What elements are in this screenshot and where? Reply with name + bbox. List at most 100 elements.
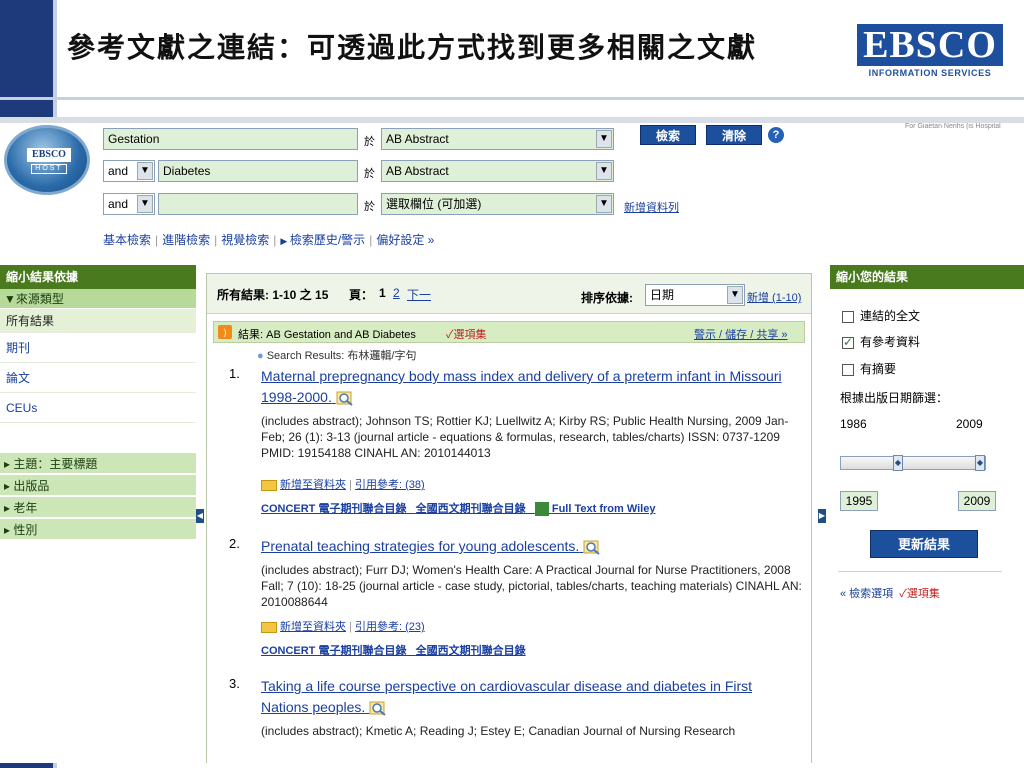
result-title: Prenatal teaching strategies for young a… bbox=[261, 538, 580, 554]
to-year-input[interactable]: 2009 bbox=[958, 491, 996, 511]
chevron-down-icon: ▼ bbox=[137, 195, 153, 213]
source-ceus[interactable]: CEUs bbox=[0, 393, 196, 423]
ebscohost-logo-bottom: HOST bbox=[31, 164, 67, 174]
page-2-link[interactable]: 2 bbox=[393, 286, 400, 300]
search-term-3[interactable] bbox=[158, 193, 358, 215]
nav-sep: | bbox=[273, 233, 277, 247]
result-holdings: CONCERT 電子期刊聯合目錄 全國西文期刊聯合目錄 bbox=[261, 642, 526, 658]
union-catalog-link[interactable]: 全國西文期刊聯合目錄 bbox=[416, 645, 526, 657]
pub-date-label: 根據出版日期篩選： bbox=[840, 391, 949, 405]
nav-preferences[interactable]: 偏好設定 » bbox=[376, 233, 434, 247]
triangle-right-icon: ▸ bbox=[4, 457, 14, 471]
in-label-2: 於 bbox=[364, 168, 375, 180]
sort-select[interactable]: 日期 ▼ bbox=[645, 284, 745, 306]
filter-references[interactable]: 有參考資料 bbox=[842, 333, 920, 350]
preview-magnifier-icon[interactable] bbox=[369, 700, 387, 717]
preview-magnifier-icon[interactable] bbox=[336, 390, 354, 407]
preview-magnifier-icon[interactable] bbox=[583, 539, 601, 556]
concert-link[interactable]: CONCERT 電子期刊聯合目錄 bbox=[261, 645, 406, 657]
result-title-link[interactable]: Maternal prepregnancy body mass index an… bbox=[261, 366, 801, 408]
field-select-2[interactable]: AB Abstract ▼ bbox=[381, 160, 614, 182]
left-sidebar: ▼來源類型 所有結果 期刊 論文 CEUs ▸ 主題：主要標題 ▸ 出版品 ▸ … bbox=[0, 289, 196, 541]
facet-publication[interactable]: ▸ 出版品 bbox=[0, 475, 196, 497]
nav-search-history[interactable]: 檢索歷史/警示 bbox=[290, 233, 365, 247]
facet-gender[interactable]: ▸ 性別 bbox=[0, 519, 196, 541]
full-text-wiley-link[interactable]: Full Text from Wiley bbox=[552, 503, 656, 515]
ebscohost-logo-top: EBSCO bbox=[27, 148, 71, 162]
page-current: 1 bbox=[379, 286, 386, 300]
add-to-folder-link[interactable]: 新增至資料夾 bbox=[280, 621, 346, 633]
source-dissertations[interactable]: 論文 bbox=[0, 363, 196, 393]
selected-set-link-right[interactable]: ✓選項集 bbox=[899, 588, 940, 600]
triangle-right-icon: ▶ bbox=[280, 236, 290, 246]
concert-link[interactable]: CONCERT 電子期刊聯合目錄 bbox=[261, 503, 406, 515]
bool-select-3[interactable]: and ▼ bbox=[103, 193, 155, 215]
slide-header: 參考文獻之連結：可透過此方式找到更多相關之文獻 EBSCO INFORMATIO… bbox=[57, 0, 1024, 98]
update-results-button[interactable]: 更新結果 bbox=[870, 530, 978, 558]
search-term-2[interactable]: Diabetes bbox=[158, 160, 358, 182]
field-select-2-value: AB Abstract bbox=[386, 164, 449, 178]
result-citation: (includes abstract); Johnson TS; Rottier… bbox=[261, 414, 789, 460]
results-bar: ) 結果: AB Gestation and AB Diabetes ✓選項集 … bbox=[213, 321, 805, 343]
search-button[interactable]: 檢索 bbox=[640, 125, 696, 145]
add-results-link[interactable]: 新增 (1-10) bbox=[747, 289, 801, 305]
abstracts-label: 有摘要 bbox=[860, 362, 897, 376]
source-type-toggle[interactable]: ▼來源類型 bbox=[0, 289, 196, 309]
search-options-link[interactable]: « 檢索選項 bbox=[840, 588, 893, 600]
result-citation: (includes abstract); Kmetic A; Reading J… bbox=[261, 724, 736, 738]
search-term-1[interactable]: Gestation bbox=[103, 128, 358, 150]
chevron-down-icon: ▼ bbox=[596, 130, 612, 148]
facet-publication-label: 出版品 bbox=[13, 479, 50, 493]
in-label-1: 於 bbox=[364, 136, 375, 148]
full-text-icon bbox=[534, 502, 549, 517]
ebsco-logo: EBSCO INFORMATION SERVICES bbox=[857, 24, 1003, 84]
result-title-link[interactable]: Taking a life course perspective on card… bbox=[261, 676, 801, 718]
cited-references-link[interactable]: 引用參考: (23) bbox=[355, 621, 425, 633]
collapse-left-icon[interactable]: ◀ bbox=[196, 509, 204, 523]
pages-label: 頁： bbox=[349, 288, 374, 302]
sort-label: 排序依據: bbox=[581, 291, 633, 305]
ebsco-logo-word: EBSCO bbox=[857, 24, 1003, 66]
field-select-1[interactable]: AB Abstract ▼ bbox=[381, 128, 614, 150]
triangle-right-icon: ▸ bbox=[4, 479, 14, 493]
add-row-link[interactable]: 新增資料列 bbox=[624, 199, 679, 215]
sort-select-value: 日期 bbox=[650, 288, 675, 302]
result-number: 3. bbox=[229, 676, 240, 691]
full-text-checkbox[interactable] bbox=[842, 310, 854, 323]
source-journals[interactable]: 期刊 bbox=[0, 333, 196, 363]
collapse-right-icon[interactable]: ▶ bbox=[818, 509, 826, 523]
result-title-link[interactable]: Prenatal teaching strategies for young a… bbox=[261, 536, 801, 557]
alert-save-share-link[interactable]: 警示 / 儲存 / 共享 » bbox=[694, 326, 788, 342]
from-year-input[interactable]: 1995 bbox=[840, 491, 878, 511]
nav-advanced-search[interactable]: 進階檢索 bbox=[162, 233, 210, 247]
bool-select-2[interactable]: and ▼ bbox=[103, 160, 155, 182]
union-catalog-link[interactable]: 全國西文期刊聯合目錄 bbox=[416, 503, 526, 515]
facet-age[interactable]: ▸ 老年 bbox=[0, 497, 196, 519]
references-checkbox[interactable] bbox=[842, 335, 854, 349]
result-citation: (includes abstract); Furr DJ; Women's He… bbox=[261, 563, 802, 609]
nav-basic-search[interactable]: 基本檢索 bbox=[103, 233, 151, 247]
bullet-icon: ● bbox=[257, 350, 267, 362]
filter-abstracts[interactable]: 有摘要 bbox=[842, 360, 896, 377]
next-page-link[interactable]: 下一 bbox=[407, 286, 431, 303]
help-icon[interactable]: ? bbox=[768, 127, 784, 143]
date-range-slider[interactable]: ◆ ◆ bbox=[840, 455, 986, 471]
source-all-results[interactable]: 所有結果 bbox=[0, 309, 196, 333]
facet-major-subject[interactable]: ▸ 主題：主要標題 bbox=[0, 453, 196, 475]
results-label: 結果: AB Gestation and AB Diabetes bbox=[238, 329, 416, 341]
clear-button[interactable]: 清除 bbox=[706, 125, 762, 145]
field-select-3[interactable]: 選取欄位 (可加選) ▼ bbox=[381, 193, 614, 215]
rss-icon[interactable]: ) bbox=[218, 325, 232, 339]
slider-thumb-to[interactable]: ◆ bbox=[975, 455, 985, 471]
ebscohost-logo[interactable]: EBSCO HOST bbox=[4, 125, 90, 195]
nav-sep: | bbox=[155, 233, 159, 247]
selected-set-link[interactable]: ✓選項集 bbox=[446, 326, 487, 342]
chevron-down-icon: ▼ bbox=[727, 286, 743, 304]
abstracts-checkbox[interactable] bbox=[842, 363, 854, 376]
nav-visual-search[interactable]: 視覺檢索 bbox=[221, 233, 269, 247]
cited-references-link[interactable]: 引用參考: (38) bbox=[355, 479, 425, 491]
add-to-folder-link[interactable]: 新增至資料夾 bbox=[280, 479, 346, 491]
slider-thumb-from[interactable]: ◆ bbox=[893, 455, 903, 471]
filter-full-text[interactable]: 連結的全文 bbox=[842, 307, 920, 324]
min-year: 1986 bbox=[840, 417, 867, 431]
